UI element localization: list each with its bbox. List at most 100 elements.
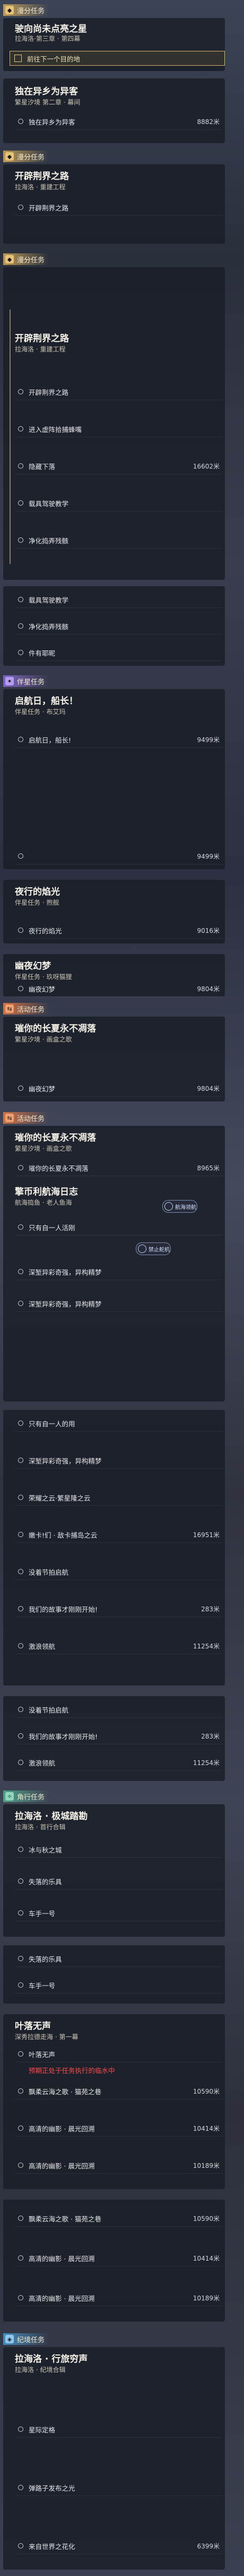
section-header-daily-3: ◆ 漫分任务 <box>3 252 225 266</box>
list-item[interactable]: 幽夜幻梦 9804米 <box>15 981 223 997</box>
list-item[interactable]: 深堑异彩奇强，异构精梦 <box>15 1264 223 1280</box>
list-item[interactable]: 失落的乐具 <box>15 1951 223 1967</box>
list-item[interactable]: 弹路子发布之光 <box>15 2480 223 2496</box>
circle-icon <box>18 2485 23 2490</box>
list-item[interactable]: 激浪领航 11254米 <box>15 1754 223 1771</box>
circle-icon <box>18 2051 23 2057</box>
task-card-4[interactable]: 开辟荆界之路 拉海洛 · 重建工程 开辟荆界之路 进入虚阵拾捕蜂嘴 隐藏下落 16… <box>3 267 225 580</box>
circle-icon <box>18 1086 23 1091</box>
timeline-line <box>10 310 11 564</box>
list-item[interactable]: 没着节拍启航 <box>15 1564 223 1580</box>
circle-icon <box>18 119 23 124</box>
list-item[interactable]: 高清的幽影 · 晨光回溯 10414米 <box>15 2120 223 2137</box>
task-card-15[interactable]: 拉海洛 · 极城踏勘 拉海洛 · 首行合辑 冰与秋之城 失落的乐具 车手一号 <box>3 1804 225 1937</box>
task-card-14[interactable]: 没着节拍启航 我们的故事才刚刚开始! 283米 激浪领航 11254米 <box>3 1696 225 1781</box>
circle-icon <box>18 928 23 933</box>
list-item[interactable]: 深堑异彩奇强，异构精梦 <box>15 1295 223 1312</box>
list-item[interactable]: 进入虚阵拾捕蜂嘴 <box>15 421 223 437</box>
circle-icon <box>18 2295 23 2300</box>
list-item[interactable]: 开辟荆界之路 <box>15 384 223 400</box>
section-header-warp: ◈ 纪境任务 <box>3 2332 225 2346</box>
circle-icon <box>18 537 23 543</box>
list-item[interactable]: 幽夜幻梦 9804米 <box>15 1080 223 1097</box>
list-item[interactable]: 深堑异彩奇强，异构精梦 <box>15 1452 223 1469</box>
task-goal-row[interactable]: 前往下一个目的地 <box>10 51 225 66</box>
list-item[interactable]: 没着节拍启航 <box>15 1701 223 1718</box>
task-card-16[interactable]: 失落的乐具 车手一号 <box>3 1945 225 2004</box>
circle-icon <box>18 623 23 629</box>
task-card-17[interactable]: 叶落无声 深秀拉德走海 · 第一幕 叶落无声 预期正处于任务执行的临水中 飘柔云… <box>3 2014 225 2189</box>
list-item[interactable]: 件有耶昵 <box>15 645 223 661</box>
circle-icon <box>18 2163 23 2168</box>
list-item[interactable]: 来自世界之花化 6399米 <box>15 2538 223 2554</box>
list-item[interactable]: 冰与秋之城 <box>15 1841 223 1858</box>
list-item[interactable]: 独在异乡为异客 8882米 <box>15 113 223 130</box>
trailblaze-icon: ✧ <box>5 1792 14 1801</box>
circle-icon <box>18 1569 23 1574</box>
list-item[interactable]: 飘柔云海之歌 · 猫苑之巷 10590米 <box>15 2083 223 2099</box>
circle-icon <box>18 986 23 991</box>
circle-icon <box>18 1733 23 1739</box>
circle-icon <box>18 2255 23 2261</box>
list-item[interactable]: 叶落无声 <box>15 2046 223 2062</box>
task-card-13[interactable]: 只有自一人的用 深堑异彩奇强，异构精梦 荣耀之云·繁星隆之云 嫩卡!们 · 敌卡… <box>3 1410 225 1686</box>
list-item[interactable]: 净化捣弄残骸 <box>15 618 223 634</box>
list-item[interactable]: 荣耀之云·繁星隆之云 <box>15 1489 223 1506</box>
task-card-5[interactable]: 载具驾驶教学 净化捣弄残骸 件有耶昵 <box>3 586 225 666</box>
list-item[interactable]: 星际定格 <box>15 2421 223 2438</box>
circle-icon <box>18 1982 23 1988</box>
list-item[interactable]: 9499米 <box>15 848 223 864</box>
task-card-6[interactable]: 启航日，船长！ 伴星任务 · 布艾玛 启航日，船长! 9499米 9499米 <box>3 689 225 869</box>
list-item[interactable]: 失落的乐具 <box>15 1873 223 1890</box>
list-item[interactable]: 我们的故事才刚刚开始! 283米 <box>15 1728 223 1744</box>
wheel-icon <box>138 1245 146 1253</box>
task-card-10[interactable]: 璀你的长夏永不凋落 繁星汐境 · 画盒之歌 幽夜幻梦 9804米 <box>3 1017 225 1101</box>
list-item[interactable]: 我们的故事才刚刚开始! 283米 <box>15 1601 223 1617</box>
list-item[interactable]: 飘柔云海之歌 · 猫苑之巷 10590米 <box>15 2210 223 2227</box>
task-card-7[interactable]: 夜行的焰光 伴星任务 · 煦舰 夜行的焰光 9016米 <box>3 880 225 943</box>
task-subtitle: 拉海洛·第三章 · 第四幕 <box>15 35 81 42</box>
circle-icon <box>18 737 23 742</box>
list-item[interactable]: 载具驾驶教学 <box>15 592 223 608</box>
list-item[interactable]: 车手一号 <box>15 1905 223 1921</box>
task-card-2[interactable]: 独在异乡为异客 繁星汐境 第二章 · 幕间 独在异乡为异客 8882米 <box>3 78 225 143</box>
task-card-19[interactable]: 拉海洛 · 行旅穷声 拉海洛 · 纪境合辑 星际定格 弹路子发布之光 来自世界之… <box>3 2347 225 2570</box>
task-card-1[interactable]: 驶向尚未点亮之星 拉海洛·第三章 · 第四幕 前往下一个目的地 <box>3 18 225 71</box>
section-header-event-2: ⇆ 活动任务 <box>3 1111 225 1125</box>
list-item[interactable]: 启航日，船长! 9499米 <box>15 731 223 748</box>
circle-icon <box>18 500 23 506</box>
sea-guide-pill[interactable]: 航海领航 <box>162 1200 197 1213</box>
list-item[interactable]: 只有自一人的用 <box>15 1415 223 1432</box>
task-card-11[interactable]: 璀你的长夏永不凋落 繁星汐境 · 画盒之歌 璀你的长夏永不凋落 8965米 擎币利… <box>3 1126 225 1401</box>
list-item[interactable]: 隐藏下落 16602米 <box>15 458 223 474</box>
list-item[interactable]: 载具驾驶教学 <box>15 495 223 511</box>
circle-icon <box>18 2427 23 2432</box>
list-item[interactable]: 高清的幽影 · 晨光回溯 10189米 <box>15 2290 223 2306</box>
event-icon: ⇆ <box>5 1114 14 1122</box>
list-item[interactable]: 激浪领航 11254米 <box>15 1638 223 1654</box>
list-item[interactable]: 净化捣弄残骸 <box>15 532 223 549</box>
task-title: 驶向尚未点亮之星 <box>15 24 87 34</box>
task-card-3[interactable]: 开辟荆界之路 拉海洛 · 重建工程 开辟荆界之路 <box>3 164 225 244</box>
section-header-daily-2: ◆ 漫分任务 <box>3 149 225 163</box>
task-list-page: ◆ 漫分任务 驶向尚未点亮之星 拉海洛·第三章 · 第四幕 前往下一个目的地 独在… <box>0 0 244 2576</box>
task-card-18[interactable]: 飘柔云海之歌 · 猫苑之巷 10590米 高清的幽影 · 晨光回溯 10414米 高… <box>3 2200 225 2322</box>
circle-icon <box>18 1606 23 1611</box>
list-item[interactable]: 只有自一人活刚 <box>15 1219 223 1236</box>
task-card-8[interactable]: 幽夜幻梦 伴星任务 · 玖呀猫狸 幽夜幻梦 9804米 <box>3 954 225 997</box>
list-item[interactable]: 高清的幽影 · 晨光回溯 10189米 <box>15 2157 223 2174</box>
locked-pill[interactable]: 禁止舵机 <box>136 1242 171 1255</box>
list-item[interactable]: 高清的幽影 · 晨光回溯 10414米 <box>15 2250 223 2266</box>
section-header-daily: ◆ 漫分任务 <box>3 3 225 17</box>
circle-icon <box>18 1956 23 1961</box>
list-item[interactable]: 璀你的长夏永不凋落 8965米 <box>15 1160 223 1176</box>
list-item[interactable]: 夜行的焰光 9016米 <box>15 922 223 939</box>
list-item[interactable]: 嫩卡!们 · 敌卡捕岛之云 16951米 <box>15 1527 223 1543</box>
list-item[interactable]: 开辟荆界之路 <box>15 199 223 216</box>
circle-icon <box>18 2543 23 2548</box>
circle-icon <box>18 1421 23 1426</box>
list-item[interactable]: 车手一号 <box>15 1977 223 1993</box>
circle-icon <box>18 1878 23 1884</box>
circle-icon <box>18 1847 23 1852</box>
target-icon <box>14 55 22 62</box>
